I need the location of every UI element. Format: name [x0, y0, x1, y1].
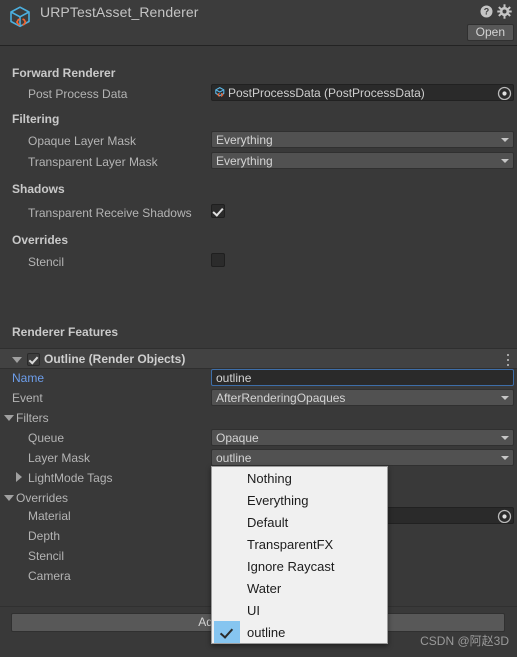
check-slot [214, 511, 240, 533]
label-feature-event: Event [12, 391, 43, 405]
popup-item-label: Water [247, 580, 282, 596]
post-process-data-value: PostProcessData (PostProcessData) [228, 85, 425, 100]
popup-item-ui[interactable]: UI [212, 599, 387, 621]
popup-item-transparentfx[interactable]: TransparentFX [212, 533, 387, 555]
opaque-layer-mask-dropdown[interactable]: Everything [211, 131, 514, 148]
popup-item-label: Ignore Raycast [247, 558, 335, 574]
popup-item-label: Nothing [247, 470, 292, 486]
inspector-header: URPTestAsset_Renderer ? Open [0, 0, 517, 45]
popup-item-outline[interactable]: outline [212, 621, 387, 643]
stencil-override-checkbox[interactable] [211, 253, 225, 267]
popup-item-default[interactable]: Default [212, 511, 387, 533]
feature-overrides-foldout-icon[interactable] [4, 495, 14, 501]
label-opaque-layer-mask: Opaque Layer Mask [28, 134, 137, 148]
check-slot [214, 467, 240, 489]
scriptable-object-cube-icon [6, 4, 36, 34]
svg-text:?: ? [484, 7, 490, 17]
popup-item-water[interactable]: Water [212, 577, 387, 599]
chevron-down-icon [501, 138, 509, 142]
section-shadows: Shadows [12, 182, 65, 196]
inspector-body: Forward Renderer Post Process Data PostP… [0, 46, 517, 657]
popup-item-label: Default [247, 514, 289, 530]
help-circle-icon[interactable]: ? [480, 5, 493, 18]
checkmark-icon [214, 621, 240, 643]
layer-mask-popup-menu[interactable]: Nothing Everything Default TransparentFX… [211, 466, 388, 644]
feature-name-input[interactable]: outline [211, 369, 514, 386]
renderer-feature-enabled-checkbox[interactable] [27, 353, 40, 366]
label-transparent-receive-shadows: Transparent Receive Shadows [28, 206, 192, 220]
popup-item-label: UI [247, 602, 260, 618]
foldout-open-icon[interactable] [12, 357, 22, 363]
watermark-text: CSDN @阿赵3D [420, 634, 509, 648]
popup-item-ignore-raycast[interactable]: Ignore Raycast [212, 555, 387, 577]
popup-item-everything[interactable]: Everything [212, 489, 387, 511]
transparent-layer-mask-dropdown[interactable]: Everything [211, 152, 514, 169]
unity-inspector-window: URPTestAsset_Renderer ? Open Forward Ren… [0, 0, 517, 657]
check-slot [214, 577, 240, 599]
open-button[interactable]: Open [466, 24, 514, 41]
label-lightmode-tags: LightMode Tags [28, 471, 113, 485]
section-overrides: Overrides [12, 233, 69, 247]
layer-mask-dropdown[interactable]: outline [211, 449, 514, 466]
layer-mask-value: outline [216, 450, 252, 465]
page-title: URPTestAsset_Renderer [40, 4, 199, 20]
label-depth: Depth [28, 529, 61, 543]
chevron-down-icon [501, 159, 509, 163]
popup-item-label: outline [247, 624, 286, 640]
label-material: Material [28, 509, 71, 523]
popup-item-label: TransparentFX [247, 536, 334, 552]
check-slot [214, 599, 240, 621]
check-slot [214, 555, 240, 577]
chevron-down-icon [501, 436, 509, 440]
section-forward-renderer: Forward Renderer [12, 66, 116, 80]
popup-item-label: Everything [247, 492, 309, 508]
lightmode-tags-foldout-icon[interactable] [16, 472, 22, 482]
chevron-down-icon [501, 396, 509, 400]
queue-dropdown[interactable]: Opaque [211, 429, 514, 446]
label-filters: Filters [16, 411, 49, 425]
label-feature-stencil: Stencil [28, 549, 65, 563]
check-slot [214, 489, 240, 511]
label-stencil-override: Stencil [28, 255, 65, 269]
filters-foldout-icon[interactable] [4, 415, 14, 421]
section-renderer-features: Renderer Features [12, 325, 119, 339]
label-feature-overrides: Overrides [16, 491, 69, 505]
queue-value: Opaque [216, 430, 259, 445]
feature-name-value: outline [216, 370, 252, 385]
label-camera: Camera [28, 569, 71, 583]
label-queue: Queue [28, 431, 65, 445]
feature-event-dropdown[interactable]: AfterRenderingOpaques [211, 389, 514, 406]
gear-icon[interactable] [497, 4, 512, 19]
label-layer-mask: Layer Mask [28, 451, 91, 465]
post-process-data-field[interactable]: PostProcessData (PostProcessData) [211, 84, 514, 101]
section-filtering: Filtering [12, 112, 60, 126]
label-transparent-layer-mask: Transparent Layer Mask [28, 155, 158, 169]
chevron-down-icon [501, 456, 509, 460]
feature-event-value: AfterRenderingOpaques [216, 390, 346, 405]
popup-item-nothing[interactable]: Nothing [212, 467, 387, 489]
kebab-menu-icon[interactable] [507, 354, 510, 366]
label-post-process-data: Post Process Data [28, 87, 128, 101]
transparent-receive-shadows-checkbox[interactable] [211, 204, 225, 218]
renderer-feature-header[interactable]: Outline (Render Objects) [0, 348, 517, 369]
renderer-feature-title: Outline (Render Objects) [44, 352, 186, 366]
opaque-layer-mask-value: Everything [216, 132, 273, 147]
label-feature-name: Name [12, 371, 45, 385]
check-slot [214, 533, 240, 555]
object-picker-icon[interactable] [497, 86, 512, 100]
scriptable-object-small-icon [214, 86, 227, 99]
object-picker-icon[interactable] [497, 509, 512, 523]
transparent-layer-mask-value: Everything [216, 153, 273, 168]
